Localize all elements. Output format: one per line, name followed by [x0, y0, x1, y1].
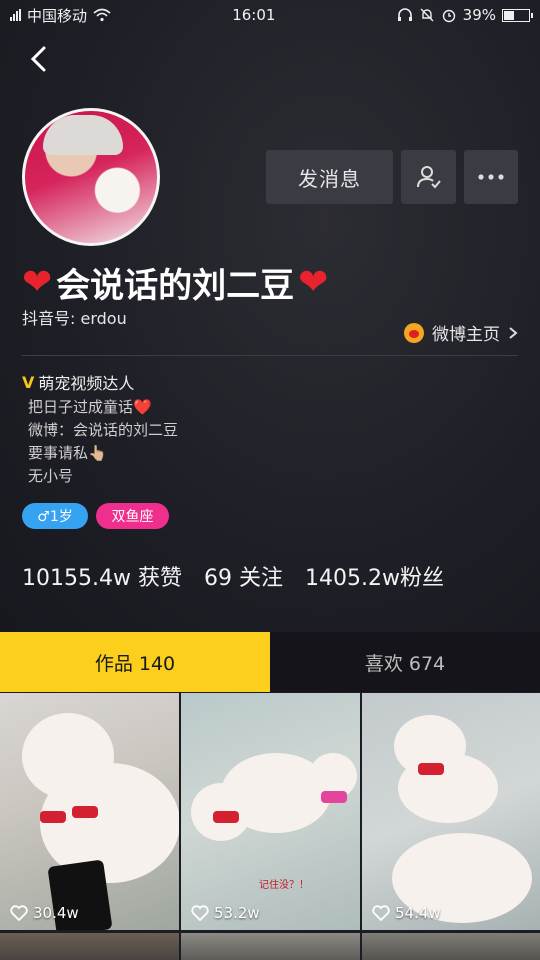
status-bar: 中国移动 16:01 39% [0, 0, 540, 30]
user-check-icon [416, 166, 441, 189]
video-likes: 30.4w [10, 904, 79, 922]
video-likes-count: 30.4w [33, 904, 79, 922]
battery-icon [502, 8, 533, 22]
weibo-link-label: 微博主页 [432, 325, 500, 345]
signal-icon [10, 9, 21, 21]
video-thumbnail[interactable] [181, 933, 360, 960]
bio-line: 把日子过成童话❤️ [28, 398, 152, 416]
nickname-text: 会说话的刘二豆 [56, 266, 295, 306]
more-options-button[interactable] [464, 150, 518, 204]
heart-outline-icon [10, 905, 28, 921]
battery-percent: 39% [462, 6, 496, 24]
video-likes-count: 54.4w [395, 904, 441, 922]
bio-line: 无小号 [28, 467, 74, 485]
heart-outline-icon [191, 905, 209, 921]
bio-line: 要事请私👆🏼 [28, 444, 107, 462]
video-likes: 54.4w [372, 904, 441, 922]
zodiac-tag: 双鱼座 [96, 503, 169, 529]
likes-count: 10155.4w 获赞 [22, 566, 182, 591]
avatar[interactable] [22, 108, 160, 246]
alarm-icon [442, 9, 455, 23]
clock-time: 16:01 [232, 6, 276, 24]
profile-stats: 10155.4w 获赞 69 关注 1405.2w粉丝 [22, 560, 444, 592]
video-thumbnail[interactable] [362, 933, 540, 960]
bio: 把日子过成童话❤️ 微博：会说话的刘二豆 要事请私👆🏼 无小号 [28, 396, 178, 488]
following-count[interactable]: 69 关注 [204, 560, 283, 592]
divider [22, 355, 518, 356]
followers-count[interactable]: 1405.2w粉丝 [305, 560, 444, 592]
back-button[interactable] [22, 42, 56, 76]
video-thumbnail[interactable]: 30.4w [0, 693, 179, 930]
video-thumbnail[interactable]: 54.4w [362, 693, 540, 930]
verification-text: 萌宠视频达人 [38, 374, 135, 393]
douyin-id: 抖音号: erdou [22, 309, 127, 328]
chevron-right-icon [509, 326, 518, 339]
heart-icon: ❤ [298, 262, 329, 303]
heart-outline-icon [372, 905, 390, 921]
heart-icon: ❤ [22, 262, 53, 303]
weibo-homepage-link[interactable]: 微博主页 [404, 320, 518, 345]
age-gender-tag: ♂1岁 [22, 503, 88, 529]
tab-works[interactable]: 作品 140 [0, 632, 270, 692]
video-thumbnail[interactable]: 记住没？！ 53.2w [181, 693, 360, 930]
wifi-icon [93, 8, 111, 22]
carrier-label: 中国移动 [27, 6, 88, 25]
bio-line: 微博：会说话的刘二豆 [28, 421, 179, 439]
chevron-left-icon [30, 46, 46, 72]
weibo-icon [404, 322, 424, 343]
video-likes-count: 53.2w [214, 904, 260, 922]
mute-bell-icon [420, 8, 434, 22]
send-message-button[interactable]: 发消息 [266, 150, 393, 204]
video-grid: 30.4w 记住没？！ 53.2w 54.4w [0, 693, 540, 960]
follow-button[interactable] [401, 150, 456, 204]
video-thumbnail[interactable] [0, 933, 179, 960]
verified-v-icon: V [22, 372, 35, 392]
profile-name: ❤ 会说话的刘二豆 ❤ [22, 258, 328, 307]
video-likes: 53.2w [191, 904, 260, 922]
verification-badge: V 萌宠视频达人 [22, 370, 134, 394]
tab-liked[interactable]: 喜欢 674 [270, 632, 540, 692]
avatar-photo [43, 115, 123, 155]
headset-icon [397, 8, 412, 21]
content-tabs: 作品 140 喜欢 674 [0, 632, 540, 692]
more-dots-icon [478, 174, 504, 180]
video-caption: 记住没？！ [259, 880, 309, 891]
